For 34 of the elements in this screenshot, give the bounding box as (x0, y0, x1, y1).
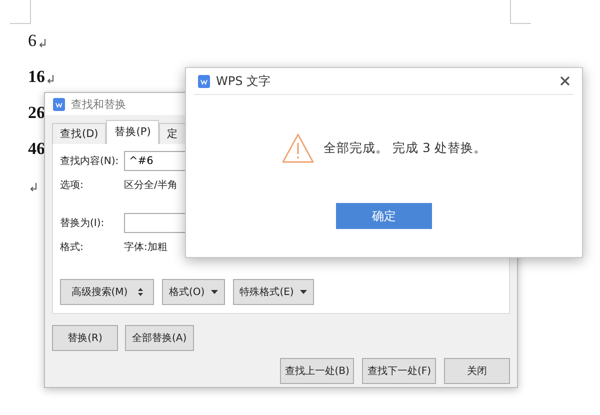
field-value: 区分全/半角 (124, 178, 178, 192)
document-text: 16 (28, 66, 45, 88)
field-label: 替换为(I): (60, 216, 106, 230)
tab[interactable]: 查找(D) (52, 123, 106, 144)
field-label: 选项: (60, 178, 84, 192)
ok-button[interactable]: 确定 (336, 203, 432, 229)
field-label: 格式: (60, 240, 84, 254)
close-icon (560, 76, 570, 86)
field-label: 查找内容(N): (60, 154, 120, 168)
footer-button[interactable]: 关闭 (444, 358, 510, 384)
dialog-title: 查找和替换 (71, 96, 126, 112)
field-value: 字体:加粗 (124, 240, 168, 254)
footer-button[interactable]: 查找下一处(F) (362, 358, 436, 384)
app-icon (53, 98, 65, 110)
document-text: 46 (28, 138, 45, 160)
corner-mark (10, 0, 31, 24)
caret-icon (210, 290, 218, 294)
expand-icon (138, 288, 143, 296)
footer-button[interactable]: 查找上一处(B) (280, 358, 354, 384)
replace-button[interactable]: 替换(R) (52, 325, 118, 351)
dialog-title: WPS 文字 (216, 72, 272, 90)
option-button[interactable]: 格式(O) (162, 279, 225, 305)
tab[interactable]: 定 (158, 123, 186, 144)
tab[interactable]: 替换(P) (106, 120, 159, 144)
app-icon (198, 74, 210, 88)
message-text: 全部完成。 完成 3 处替换。 (324, 140, 486, 156)
corner-mark (510, 0, 531, 24)
warning-icon (282, 133, 314, 163)
option-button[interactable]: 高级搜索(M) (60, 279, 154, 305)
document-text: 6 (28, 30, 36, 52)
option-button[interactable]: 特殊格式(E) (232, 279, 314, 305)
caret-icon (300, 290, 307, 294)
replace-button[interactable]: 全部替换(A) (125, 325, 194, 351)
document-text: 26 (28, 102, 45, 124)
